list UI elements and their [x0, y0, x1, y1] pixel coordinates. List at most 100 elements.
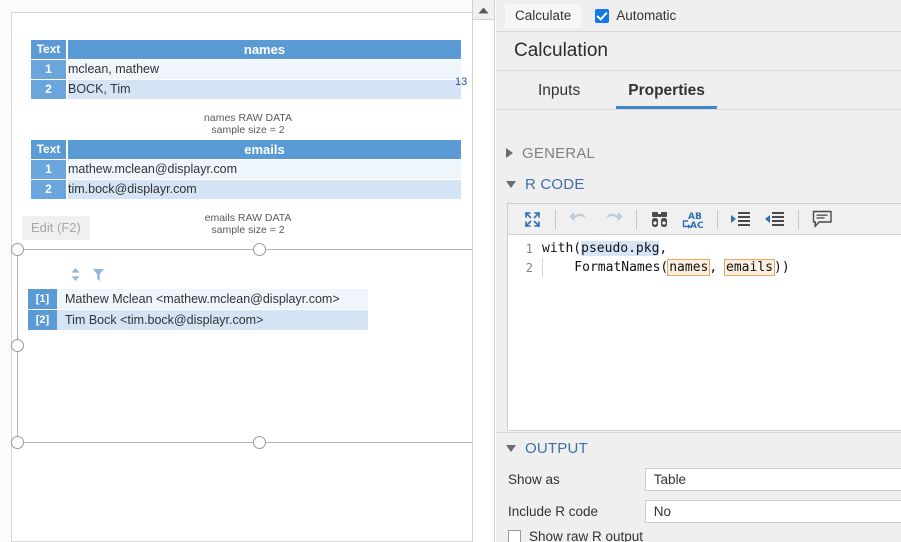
include-r-code-label: Include R code: [496, 504, 645, 519]
line-number: 2: [508, 261, 542, 275]
list-item: [2] Tim Bock <tim.bock@displayr.com>: [28, 309, 368, 330]
application-window: Text names 1 mclean, mathew 2 BOCK, Tim …: [0, 0, 901, 542]
toolbar-separator: [636, 210, 637, 229]
column-header-index: Text: [31, 40, 67, 59]
code-token-selected: pseudo.pkg: [581, 241, 659, 256]
selection-handle-bottom-center[interactable]: [253, 436, 266, 449]
show-raw-output-label: Show raw R output: [529, 529, 643, 542]
result-widget-toolbar: [71, 268, 104, 286]
code-text: FormatNames(names, emails)): [543, 260, 790, 275]
line-number: 1: [508, 242, 542, 256]
svg-text:AC: AC: [690, 221, 704, 229]
column-header-title: names: [67, 40, 461, 59]
automatic-checkbox-group[interactable]: Automatic: [595, 8, 676, 23]
row-index: 2: [31, 179, 67, 199]
code-token: with(: [542, 241, 581, 256]
undo-icon[interactable]: [564, 206, 594, 232]
find-icon[interactable]: [645, 206, 675, 232]
list-item: [1] Mathew Mclean <mathew.mclean@display…: [28, 288, 368, 309]
show-raw-output-row[interactable]: Show raw R output: [508, 529, 643, 542]
caption-line-title: emails RAW DATA: [148, 212, 348, 224]
toolbar-separator: [798, 210, 799, 229]
list-item-value: Mathew Mclean <mathew.mclean@displayr.co…: [57, 288, 368, 309]
caption-line-sample-size: sample size = 2: [148, 224, 348, 236]
replace-icon[interactable]: AB AC: [679, 206, 709, 232]
selection-handle-top-center[interactable]: [253, 243, 266, 256]
tab-bar: Inputs Properties: [496, 71, 901, 110]
table-row: 1 mathew.mclean@displayr.com: [31, 159, 461, 179]
edit-f2-button[interactable]: Edit (F2): [22, 216, 90, 240]
code-token: ,: [709, 260, 725, 275]
code-editor-toolbar: AB AC: [507, 203, 901, 235]
row-index: 2: [31, 79, 67, 99]
raw-data-table-emails: Text emails 1 mathew.mclean@displayr.com…: [31, 140, 461, 199]
list-item-index: [1]: [28, 288, 57, 309]
show-as-row: Show as Table: [496, 464, 901, 494]
indent-decrease-icon[interactable]: [760, 206, 790, 232]
table-header-row: Text names: [31, 40, 461, 59]
scroll-up-button[interactable]: [473, 0, 494, 20]
section-header-r-code[interactable]: R CODE: [496, 169, 901, 199]
chevron-right-icon: [506, 148, 513, 158]
show-raw-output-checkbox[interactable]: [508, 530, 521, 542]
code-text: with(pseudo.pkg,: [542, 241, 667, 256]
chevron-up-icon: [478, 1, 489, 19]
code-token-variable: emails: [724, 259, 775, 276]
section-label: GENERAL: [522, 145, 595, 162]
include-r-code-dropdown[interactable]: No: [645, 500, 901, 523]
r-code-editor[interactable]: 1 with(pseudo.pkg, 2 FormatNames(names, …: [507, 235, 901, 431]
table-row: 2 BOCK, Tim: [31, 79, 461, 99]
calculate-bar: Calculate Automatic: [496, 0, 901, 32]
row-value: tim.bock@displayr.com: [67, 179, 461, 199]
canvas-vertical-scrollbar[interactable]: [472, 0, 495, 542]
column-header-title: emails: [67, 140, 461, 159]
indent-increase-icon[interactable]: [726, 206, 756, 232]
clipped-page-label: 13: [455, 76, 467, 88]
code-token-variable: names: [667, 259, 710, 276]
raw-data-caption-emails: emails RAW DATA sample size = 2: [148, 212, 348, 236]
toolbar-separator: [555, 210, 556, 229]
row-value: mathew.mclean@displayr.com: [67, 159, 461, 179]
section-header-output[interactable]: OUTPUT: [496, 433, 901, 463]
section-header-general[interactable]: GENERAL: [496, 138, 901, 168]
scrollbar-thumb[interactable]: [475, 22, 492, 492]
section-label: OUTPUT: [525, 440, 588, 457]
caption-line-sample-size: sample size = 2: [148, 124, 348, 136]
caption-line-title: names RAW DATA: [148, 112, 348, 124]
redo-icon[interactable]: [598, 206, 628, 232]
tab-properties[interactable]: Properties: [616, 82, 717, 109]
sort-icon[interactable]: [71, 268, 80, 286]
toolbar-separator: [717, 210, 718, 229]
table-row: 1 mclean, mathew: [31, 59, 461, 79]
row-value: mclean, mathew: [67, 59, 461, 79]
raw-data-table-names: Text names 1 mclean, mathew 2 BOCK, Tim: [31, 40, 461, 99]
filter-icon[interactable]: [93, 268, 104, 286]
automatic-label: Automatic: [616, 8, 676, 23]
table-row: 2 tim.bock@displayr.com: [31, 179, 461, 199]
row-value: BOCK, Tim: [67, 79, 461, 99]
comment-icon[interactable]: [807, 206, 837, 232]
page-title: Calculation: [496, 32, 901, 71]
list-item-index: [2]: [28, 309, 57, 330]
expand-icon[interactable]: [517, 206, 547, 232]
row-index: 1: [31, 159, 67, 179]
selection-handle-top-left[interactable]: [11, 243, 24, 256]
show-as-label: Show as: [496, 472, 645, 487]
chevron-down-icon: [506, 445, 516, 452]
code-token: )): [774, 260, 790, 275]
table-header-row: Text emails: [31, 140, 461, 159]
show-as-dropdown[interactable]: Table: [645, 468, 901, 491]
column-header-index: Text: [31, 140, 67, 159]
selection-handle-bottom-left[interactable]: [11, 436, 24, 449]
tab-inputs[interactable]: Inputs: [526, 82, 592, 109]
raw-data-caption-names: names RAW DATA sample size = 2: [148, 112, 348, 136]
list-item-value: Tim Bock <tim.bock@displayr.com>: [57, 309, 368, 330]
section-label: R CODE: [525, 176, 585, 193]
calculate-button[interactable]: Calculate: [505, 4, 581, 28]
include-r-code-row: Include R code No: [496, 496, 901, 526]
document-canvas-pane: Text names 1 mclean, mathew 2 BOCK, Tim …: [0, 0, 472, 542]
chevron-down-icon: [506, 181, 516, 188]
selection-handle-middle-left[interactable]: [11, 339, 24, 352]
automatic-checkbox[interactable]: [595, 9, 609, 23]
row-index: 1: [31, 59, 67, 79]
